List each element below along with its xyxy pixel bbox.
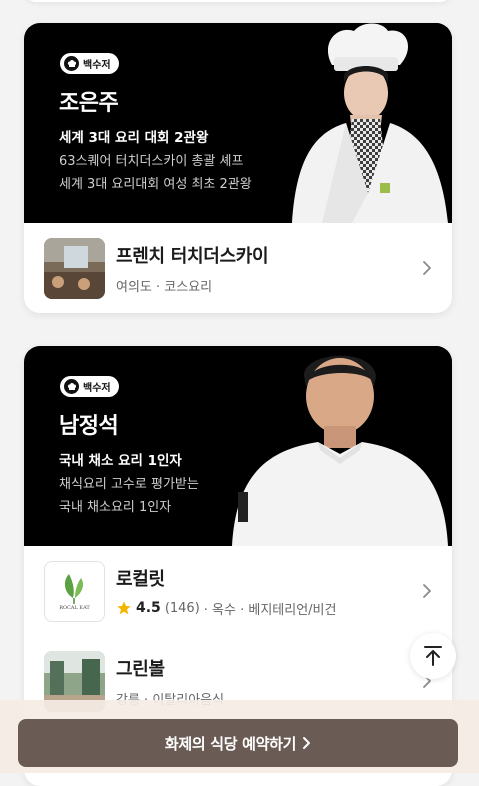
chef-description-line-1: 채식요리 고수로 평가받는 <box>59 477 199 492</box>
restaurant-meta: 여의도 · 코스요리 <box>116 279 213 295</box>
chevron-right-icon <box>423 261 431 275</box>
chef-description-line-2: 국내 채소요리 1인자 <box>59 500 172 515</box>
restaurant-logo: ROCAL EAT <box>44 560 105 622</box>
reserve-trending-restaurant-button[interactable]: 화제의 식당 예약하기 <box>18 719 458 767</box>
chef-portrait <box>282 23 452 223</box>
chef-description-line-2: 세계 3대 요리대회 여성 최초 2관왕 <box>59 177 252 192</box>
arrow-up-to-top-icon <box>424 646 442 666</box>
rating-value: 4.5 <box>136 600 161 616</box>
restaurant-row[interactable]: 프렌치 터치더스카이 여의도 · 코스요리 <box>24 223 452 313</box>
chef-badge-label: 백수저 <box>83 60 111 71</box>
chef-description-line-1: 63스퀘어 터치더스카이 총괄 셰프 <box>59 154 244 169</box>
restaurant-meta: · 옥수 · 베지테리언/비건 <box>203 602 337 618</box>
chef-title: 세계 3대 요리 대회 2관왕 <box>59 130 209 146</box>
chef-name: 조은주 <box>59 91 119 116</box>
chef-hat-icon <box>64 379 79 394</box>
restaurant-name: 로컬릿 <box>116 568 165 590</box>
star-icon <box>117 601 131 615</box>
chef-badge: 백수저 <box>60 53 119 74</box>
cta-label: 화제의 식당 예약하기 <box>164 734 297 753</box>
restaurant-name: 그린볼 <box>116 658 165 680</box>
restaurant-name: 프렌치 터치더스카이 <box>116 245 269 267</box>
chef-hero: 백수저 조은주 세계 3대 요리 대회 2관왕 63스퀘어 터치더스카이 총괄 … <box>24 23 452 223</box>
leaf-logo-icon <box>64 573 83 604</box>
chevron-right-icon <box>423 584 431 598</box>
restaurant-logo-text: ROCAL EAT <box>59 604 90 611</box>
chef-hat-icon <box>64 56 79 71</box>
chef-card[interactable]: 백수저 조은주 세계 3대 요리 대회 2관왕 63스퀘어 터치더스카이 총괄 … <box>24 23 452 313</box>
chef-title: 국내 채소 요리 1인자 <box>59 453 182 469</box>
chef-hero: 백수저 남정석 국내 채소 요리 1인자 채식요리 고수로 평가받는 국내 채소… <box>24 346 452 546</box>
chef-badge-label: 백수저 <box>83 383 111 394</box>
restaurant-thumbnail <box>44 237 105 299</box>
chef-name: 남정석 <box>59 414 119 439</box>
previous-card-edge <box>24 0 452 2</box>
restaurant-row[interactable]: ROCAL EAT 로컬릿 4.5 (146) · 옥수 · 베지테리언/비건 <box>24 546 452 636</box>
chevron-right-icon <box>303 737 311 749</box>
chef-badge: 백수저 <box>60 376 119 397</box>
scroll-to-top-button[interactable] <box>410 633 456 679</box>
chef-portrait <box>232 346 452 546</box>
review-count: (146) <box>164 600 200 616</box>
